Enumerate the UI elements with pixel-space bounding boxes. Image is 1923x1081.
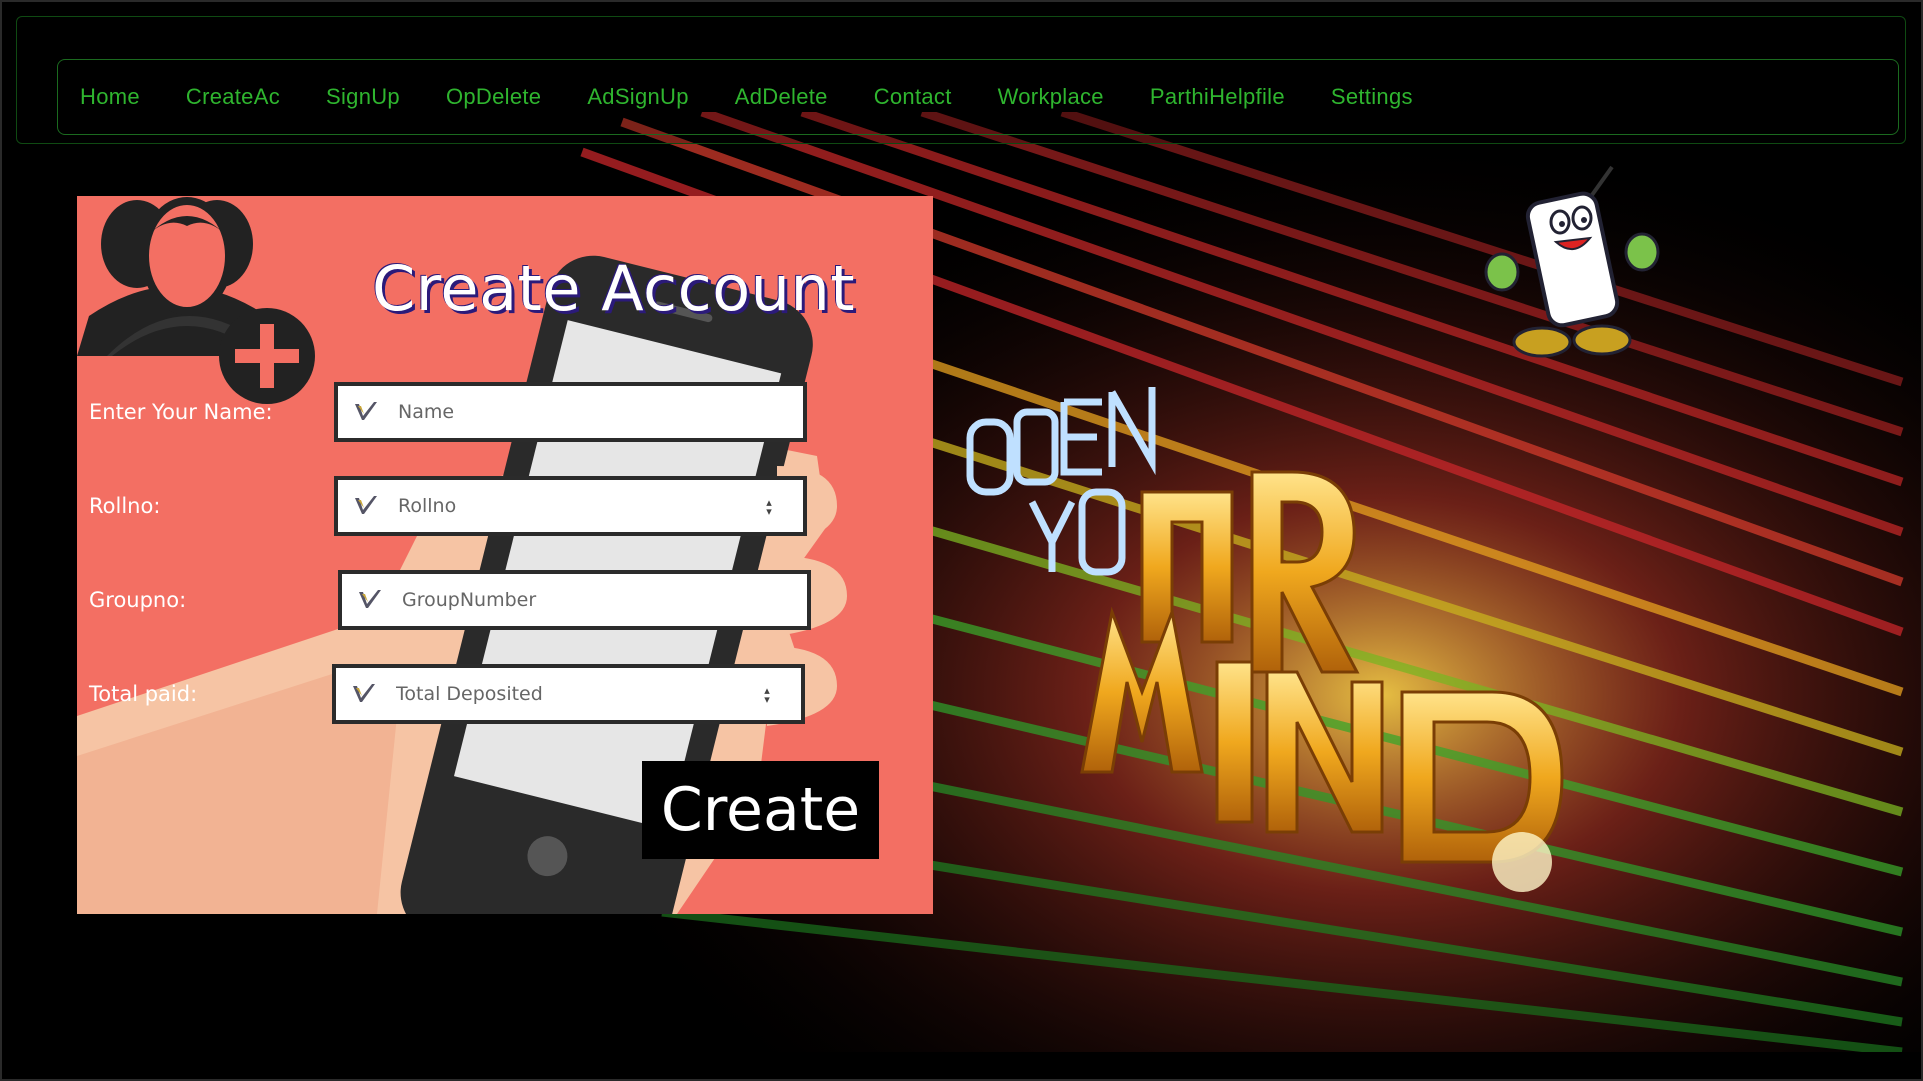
rollno-label: Rollno: <box>89 494 161 518</box>
rollno-input[interactable] <box>396 494 660 518</box>
nav-item-workplace[interactable]: Workplace <box>998 84 1104 110</box>
mascot-phone-image <box>1484 165 1660 358</box>
user-add-icon <box>77 197 315 404</box>
pen-icon <box>359 590 381 608</box>
nav-item-settings[interactable]: Settings <box>1331 84 1413 110</box>
nav-item-opdelete[interactable]: OpDelete <box>446 84 541 110</box>
pen-icon <box>355 402 377 420</box>
pen-icon <box>353 684 375 702</box>
create-button[interactable]: Create <box>642 761 879 859</box>
total-paid-label: Total paid: <box>89 682 198 706</box>
nav-item-contact[interactable]: Contact <box>874 84 952 110</box>
name-label: Enter Your Name: <box>89 400 273 424</box>
name-field-wrapper <box>334 382 807 442</box>
nav-item-home[interactable]: Home <box>80 84 140 110</box>
rollno-field-wrapper: ▴▾ <box>334 476 807 536</box>
nav-item-parthihelpfile[interactable]: ParthiHelpfile <box>1150 84 1285 110</box>
navbar: Home CreateAc SignUp OpDelete AdSignUp A… <box>57 59 1899 135</box>
nav-item-createac[interactable]: CreateAc <box>186 84 280 110</box>
nav-item-adsignup[interactable]: AdSignUp <box>587 84 688 110</box>
number-stepper-icon[interactable]: ▴ ▾ <box>763 497 775 518</box>
number-stepper-icon[interactable]: ▴ ▾ <box>761 685 773 706</box>
page-frame: Home CreateAc SignUp OpDelete AdSignUp A… <box>0 0 1923 1081</box>
groupno-input[interactable] <box>400 588 664 612</box>
page-title: Create Account <box>372 252 856 325</box>
total-deposited-input[interactable] <box>394 682 658 706</box>
groupno-field-wrapper <box>338 570 811 630</box>
create-account-card: Create Account Enter Your Name: Rollno: … <box>77 196 933 914</box>
open-your-mind-wordart <box>966 387 1564 892</box>
pen-icon <box>355 496 377 514</box>
total-paid-field-wrapper: ▴▾ <box>332 664 805 724</box>
nav-item-signup[interactable]: SignUp <box>326 84 400 110</box>
nav-item-addelete[interactable]: AdDelete <box>735 84 828 110</box>
navbar-container: Home CreateAc SignUp OpDelete AdSignUp A… <box>16 16 1906 144</box>
groupno-label: Groupno: <box>89 588 187 612</box>
name-input[interactable] <box>396 400 660 424</box>
